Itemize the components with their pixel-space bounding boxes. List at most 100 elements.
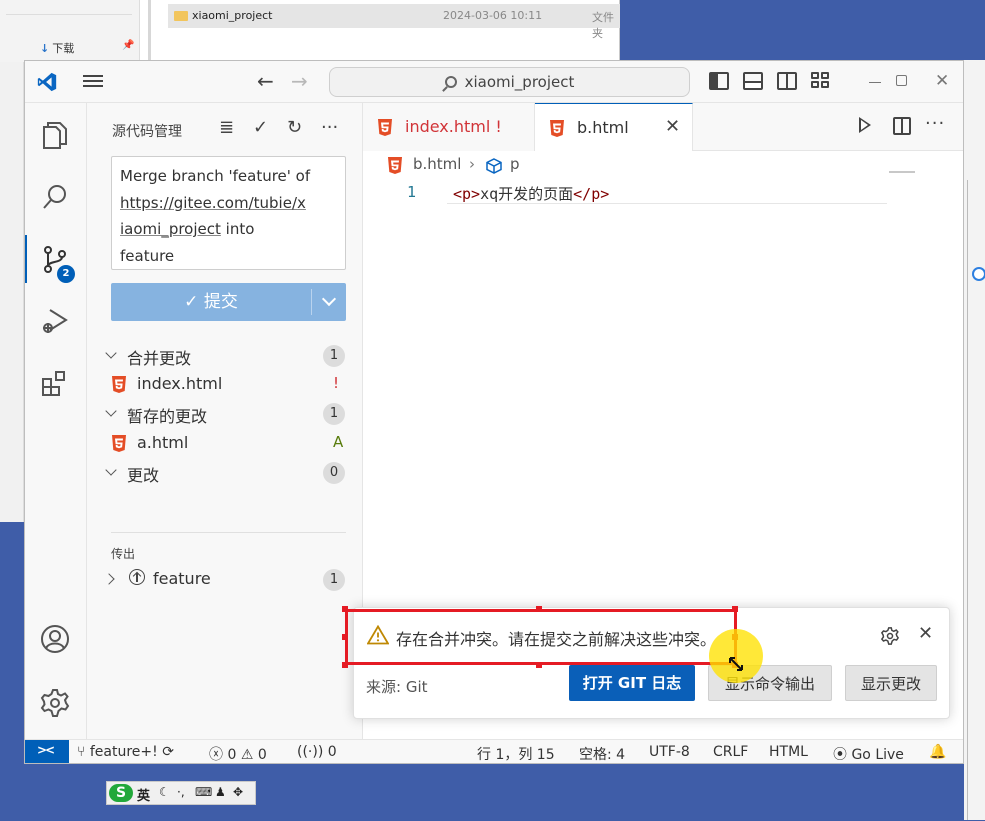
outgoing-branch-item[interactable]: feature 1 [87,565,363,594]
breadcrumb-separator-icon: › [469,155,475,173]
section-staged-changes[interactable]: 暂存的更改 1 [87,399,363,428]
keyboard-icon[interactable]: ⌨ [195,785,212,799]
source-control-activity[interactable]: 2 [25,231,87,287]
run-debug-activity[interactable] [25,293,87,349]
hamburger-menu-icon[interactable] [83,72,105,92]
run-icon[interactable] [859,117,871,133]
remote-indicator-icon[interactable] [25,740,69,763]
annotation-handle [342,634,348,640]
more-actions-icon[interactable]: ··· [321,117,338,138]
search-activity[interactable] [25,169,87,225]
explorer-scrollbar[interactable] [148,0,151,62]
show-changes-button[interactable]: 显示更改 [845,665,937,701]
annotation-handle [536,662,542,668]
branch-icon: ⑂ [77,744,90,760]
ime-mode[interactable]: 英 [137,785,150,804]
commit-message-input[interactable]: Merge branch 'feature' of https://gitee.… [111,156,346,270]
downloads-nav-item[interactable]: ↓ 下载 [40,40,74,56]
minimize-icon[interactable] [869,82,881,83]
forward-arrow-icon[interactable]: → [291,69,308,93]
minimap[interactable] [889,171,915,173]
resize-cursor-icon [729,657,743,671]
refresh-icon[interactable]: ↻ [287,117,302,138]
toggle-primary-sidebar-icon[interactable] [709,72,729,90]
run-debug-icon [43,309,68,333]
sync-icon: ⟳ [157,744,174,760]
background-handle[interactable] [972,267,985,281]
code-open-tag: <p> [453,185,481,203]
branch-status[interactable]: ⑂ feature+! ⟳ [77,744,174,760]
ime-toolbar[interactable]: S 英 ☾ ·, ⌨ ♟ ✥ [106,781,256,805]
user-icon[interactable]: ♟ [215,785,226,799]
search-icon [444,76,457,88]
close-tab-icon[interactable]: ✕ [665,116,680,137]
more-actions-icon[interactable]: ··· [925,113,945,134]
go-live-button[interactable]: ⦿ Go Live [833,744,904,763]
status-bar: ⑂ feature+! ⟳ ⓧ 0 ⚠ 0 ((·)) 0 行 1，列 15 空… [25,739,963,763]
tab-index-html[interactable]: index.html ! [363,103,535,151]
indentation-status[interactable]: 空格: 4 [579,744,625,763]
annotation-handle [342,662,348,668]
annotation-highlight-box [345,609,737,665]
apps-icon[interactable]: ✥ [233,785,243,799]
maximize-icon[interactable] [896,75,907,86]
section-label: 合并更改 [127,349,192,368]
explorer-activity[interactable] [25,107,87,163]
search-icon [43,185,66,209]
count-badge: 1 [323,569,345,591]
count-badge: 0 [323,462,345,484]
view-as-list-icon[interactable]: ≣ [219,117,234,138]
commit-line: feature [120,246,175,265]
code-text: xq开发的页面 [480,185,574,203]
extensions-activity[interactable] [25,355,87,411]
breadcrumb-symbol[interactable]: p [510,155,520,173]
command-center-search[interactable]: xiaomi_project [329,67,690,97]
file-item-index-html[interactable]: index.html ! [87,370,363,399]
toggle-panel-icon[interactable] [743,72,763,90]
eol-status[interactable]: CRLF [713,744,748,760]
commit-button-divider [311,289,312,315]
line-number: 1 [407,183,417,201]
close-icon[interactable]: ✕ [918,623,933,644]
broadcast-icon: ⦿ [833,747,852,763]
moon-icon[interactable]: ☾ [159,785,170,799]
punctuation-icon[interactable]: ·, [177,785,185,799]
broadcast-icon: ((·)) [297,744,328,760]
command-center-text: xiaomi_project [464,73,575,91]
commit-button[interactable]: ✓ 提交 [111,283,346,321]
gear-icon[interactable] [880,626,900,646]
tab-b-html[interactable]: b.html ✕ [535,103,693,152]
commit-check-icon[interactable]: ✓ [253,117,268,138]
count-badge: 1 [323,345,345,367]
back-arrow-icon[interactable]: ← [257,69,274,93]
close-window-icon[interactable]: ✕ [935,71,949,91]
ime-logo: S [109,784,133,802]
encoding-status[interactable]: UTF-8 [649,744,690,760]
language-mode[interactable]: HTML [769,744,808,760]
gear-icon [40,689,70,717]
section-changes[interactable]: 更改 0 [87,458,363,487]
file-status: ! [333,374,340,392]
commit-line: Merge branch 'feature' of [120,167,311,185]
customize-layout-icon[interactable] [811,72,831,90]
file-item-a-html[interactable]: a.html A [87,429,363,458]
error-icon: ⓧ [209,747,228,763]
problems-status[interactable]: ⓧ 0 ⚠ 0 [209,744,267,763]
folder-type: 文件夹 [592,11,614,40]
code-line[interactable]: <p>xq开发的页面</p> [453,183,609,204]
notifications-bell-icon[interactable]: 🔔 [929,744,946,760]
manage-activity[interactable] [25,675,87,731]
section-label: 暂存的更改 [127,407,208,426]
chevron-down-icon[interactable] [321,291,337,307]
explorer-folder-row[interactable]: xiaomi_project 2024-03-06 10:11 文件夹 [168,4,620,40]
extensions-icon [42,371,65,396]
breadcrumb-file[interactable]: b.html [413,155,461,173]
section-merge-changes[interactable]: 合并更改 1 [87,341,363,370]
toggle-secondary-sidebar-icon[interactable] [777,72,797,90]
cursor-position[interactable]: 行 1，列 15 [477,744,555,763]
ports-status[interactable]: ((·)) 0 [297,744,337,760]
open-git-log-button[interactable]: 打开 GIT 日志 [569,665,695,701]
tab-label: b.html [577,118,629,137]
split-editor-icon[interactable] [893,117,911,135]
accounts-activity[interactable] [25,611,87,667]
